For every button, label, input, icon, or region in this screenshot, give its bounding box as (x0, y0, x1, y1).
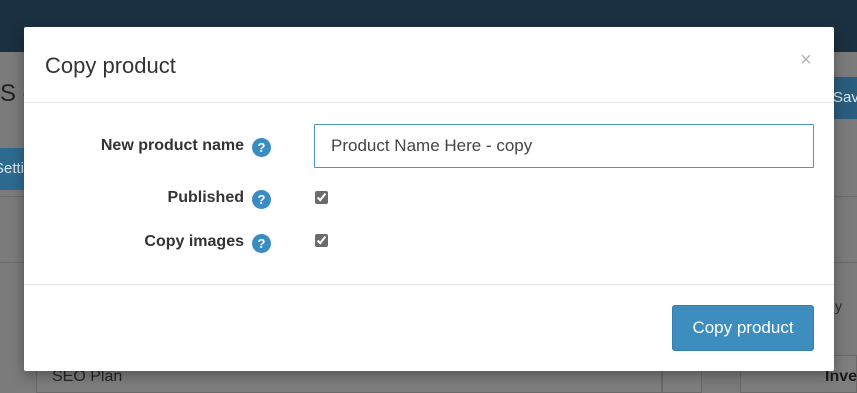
dialog-header: Copy product × (24, 27, 834, 103)
published-checkbox[interactable] (315, 191, 328, 204)
new-product-name-input[interactable] (314, 124, 814, 168)
background-settings-tab: Settings (0, 148, 24, 190)
copy-product-dialog: Copy product × New product name ? Publis… (24, 27, 834, 371)
published-label: Published (167, 189, 244, 206)
copy-product-button[interactable]: Copy product (672, 305, 814, 351)
new-product-name-label: New product name (100, 137, 244, 154)
dialog-footer: Copy product (24, 284, 834, 372)
help-icon[interactable]: ? (252, 190, 271, 209)
help-icon[interactable]: ? (252, 234, 271, 253)
background-side-text: y (835, 298, 842, 314)
help-icon[interactable]: ? (252, 138, 271, 157)
dialog-title: Copy product (45, 53, 176, 78)
copy-images-label: Copy images (144, 233, 244, 250)
copy-images-checkbox[interactable] (315, 234, 328, 247)
close-icon[interactable]: × (797, 49, 815, 71)
